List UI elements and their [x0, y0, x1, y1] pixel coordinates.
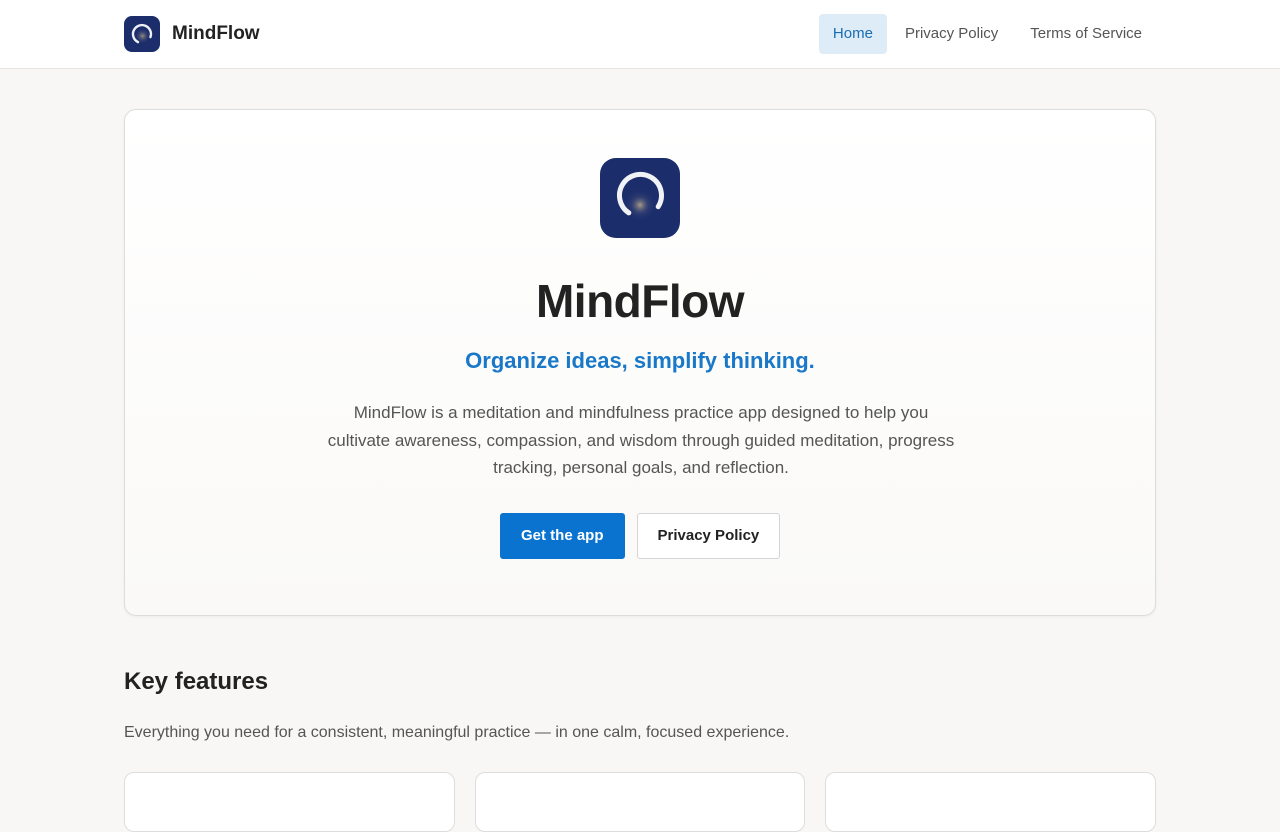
features-title: Key features [124, 668, 269, 695]
hero-card: MindFlow Organize ideas, simplify thinki… [124, 109, 1156, 616]
brand-link[interactable]: MindFlow [124, 16, 260, 52]
features-description: Everything you need for a consistent, me… [124, 724, 790, 741]
main-nav: Home Privacy Policy Terms of Service [818, 14, 1156, 54]
feature-card [475, 772, 805, 832]
hero-title: MindFlow [535, 275, 745, 327]
site-header: MindFlow Home Privacy Policy Terms of Se… [0, 0, 1280, 69]
nav-terms-of-service[interactable]: Terms of Service [1016, 14, 1156, 54]
nav-home[interactable]: Home [818, 14, 887, 54]
feature-card [825, 772, 1156, 832]
app-logo-icon [600, 158, 680, 238]
hero-tagline: Organize ideas, simplify thinking. [465, 348, 815, 373]
privacy-policy-button[interactable]: Privacy Policy [636, 513, 781, 559]
app-logo-icon [124, 16, 160, 52]
get-the-app-button[interactable]: Get the app [500, 513, 625, 559]
nav-privacy-policy[interactable]: Privacy Policy [891, 14, 1012, 54]
brand-name: MindFlow [172, 23, 260, 44]
hero-description: MindFlow is a meditation and mindfulness… [327, 403, 955, 477]
hero-actions: Get the app Privacy Policy [500, 513, 781, 559]
feature-card [124, 772, 455, 832]
